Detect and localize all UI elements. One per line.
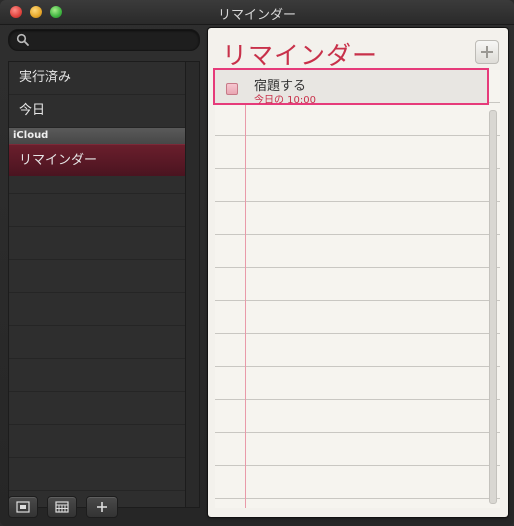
- add-reminder-button[interactable]: [475, 40, 499, 64]
- sidebar-item-label: 実行済み: [19, 70, 72, 85]
- calendar-icon: [55, 501, 69, 513]
- reminder-due-date: 今日の 10:00: [254, 95, 316, 106]
- search-icon: [16, 33, 29, 46]
- reminders-list-panel: リマインダー 宿題する 今日の 10:00: [208, 28, 508, 517]
- sidebar-item-completed[interactable]: 実行済み: [9, 62, 185, 94]
- reminders-scrollbar[interactable]: [489, 110, 497, 504]
- sidebar-item-label: 今日: [19, 103, 46, 118]
- search-input[interactable]: [31, 32, 195, 50]
- sidebar: 実行済み 今日 iCloud リマインダー: [0, 24, 204, 526]
- sidebar-scrollbar[interactable]: [185, 61, 200, 508]
- add-list-button[interactable]: [86, 496, 118, 518]
- ruled-paper: [215, 70, 500, 508]
- show-sidebar-icon: [16, 501, 30, 513]
- list-title: リマインダー: [222, 41, 379, 70]
- title-bar: リマインダー: [0, 0, 514, 25]
- reminder-checkbox[interactable]: [226, 83, 238, 95]
- search-field[interactable]: [8, 29, 200, 51]
- window-title: リマインダー: [217, 8, 296, 23]
- sidebar-item-label: リマインダー: [19, 153, 98, 168]
- calendar-button[interactable]: [47, 496, 77, 518]
- section-header-icloud: iCloud: [9, 128, 185, 144]
- plus-icon: [481, 46, 493, 58]
- sidebar-item-today[interactable]: 今日: [9, 95, 185, 127]
- reminders-window: リマインダー 実行済み 今日 iCloud リマインダー リマインダー 宿題する…: [0, 0, 514, 526]
- show-sidebar-button[interactable]: [8, 496, 38, 518]
- sidebar-list: 実行済み 今日 iCloud リマインダー: [8, 61, 186, 508]
- plus-icon: [97, 502, 107, 512]
- sidebar-footer: [0, 493, 204, 526]
- reminder-item[interactable]: 宿題する 今日の 10:00: [213, 68, 489, 106]
- sidebar-item-reminders[interactable]: リマインダー: [9, 144, 185, 176]
- margin-line: [245, 70, 246, 508]
